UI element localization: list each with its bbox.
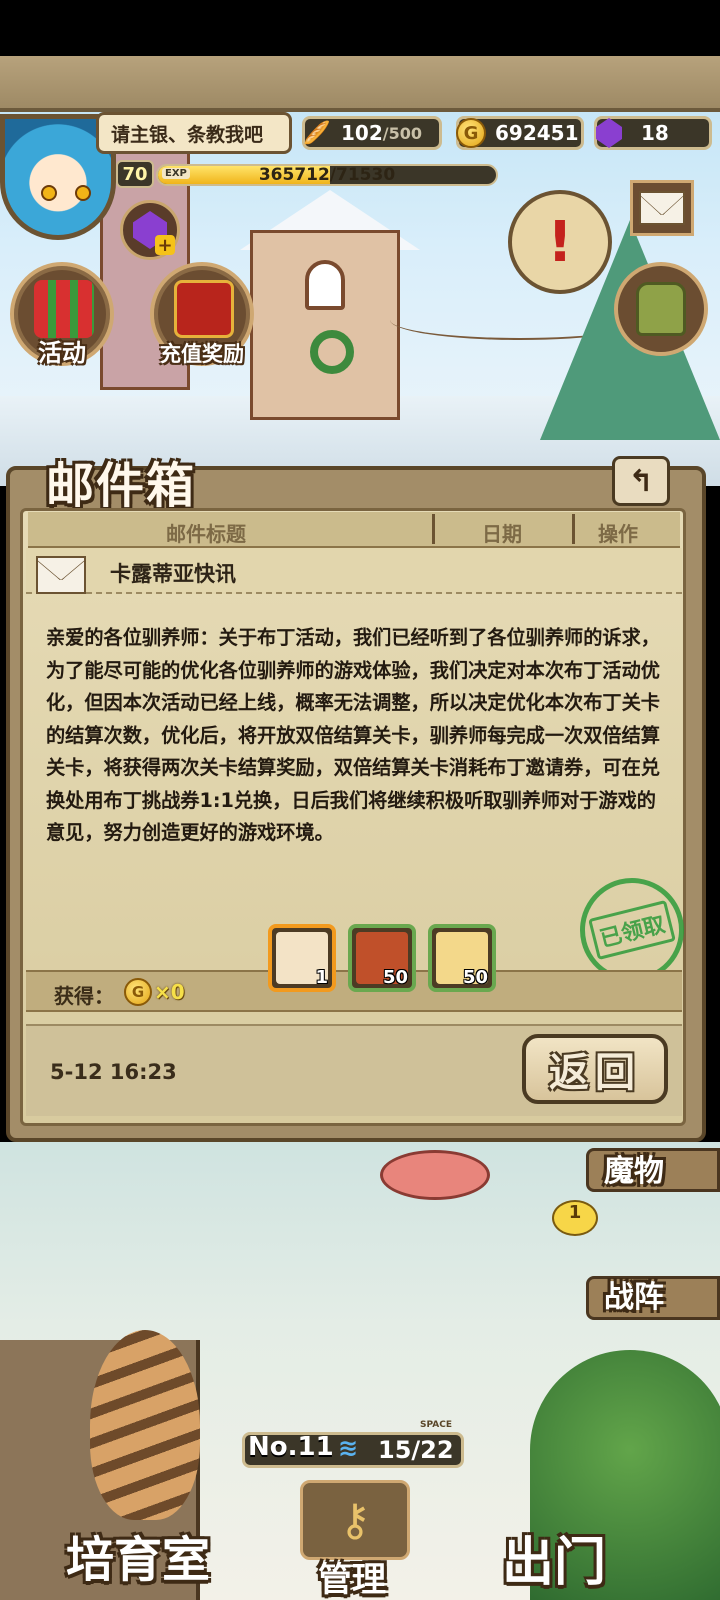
- bread-value: 102: [341, 121, 383, 145]
- monster-button[interactable]: 魔物: [604, 1146, 664, 1190]
- column-divider: [432, 514, 435, 544]
- column-divider: [572, 514, 575, 544]
- reward-item-qty: 50: [382, 967, 408, 988]
- back-arrow-button[interactable]: ↰: [612, 456, 670, 506]
- exclamation-icon: !: [547, 209, 573, 275]
- mail-button[interactable]: [630, 180, 694, 236]
- gem-value: 18: [641, 121, 669, 145]
- treasure-chest-icon: [174, 280, 234, 338]
- pink-monster[interactable]: [380, 1150, 490, 1200]
- reward-item-2[interactable]: 50: [348, 924, 416, 992]
- space-label: SPACE: [420, 1420, 452, 1430]
- return-button[interactable]: 返回: [522, 1034, 668, 1104]
- envelope-icon: [639, 191, 685, 225]
- reward-label: 获得：: [54, 984, 114, 1008]
- column-action: 操作: [598, 522, 638, 546]
- exp-text: 365712/71530: [258, 165, 396, 185]
- message-body: 亲爱的各位驯养师：关于布丁活动，我们已经听到了各位驯养师的诉求，为了能尽可能的优…: [46, 626, 660, 844]
- backpack-icon: [636, 282, 686, 336]
- gem-icon: [591, 115, 627, 151]
- nursery-button[interactable]: 培育室: [66, 1520, 210, 1590]
- bread-max: /500: [382, 123, 422, 143]
- house-center: [250, 230, 400, 420]
- recharge-reward-button[interactable]: 充值奖励: [150, 262, 254, 366]
- gold-counter[interactable]: G 692451: [456, 116, 584, 150]
- gold-coin-icon: G: [453, 115, 489, 151]
- player-level: 70: [116, 160, 154, 188]
- reward-item-3[interactable]: 50: [428, 924, 496, 992]
- top-frame: [0, 56, 720, 112]
- manage-button[interactable]: 管理: [318, 1552, 386, 1600]
- mail-date: 5-12 16:23: [50, 1060, 177, 1084]
- quest-scroll-button[interactable]: !: [508, 190, 612, 294]
- mailbox-title: 邮件箱: [46, 458, 197, 514]
- mail-column-header: 邮件标题 日期 操作: [28, 512, 680, 548]
- status-bar: [0, 0, 720, 56]
- reward-coin-qty: ×0: [154, 980, 185, 1004]
- gold-value: 692451: [495, 121, 579, 145]
- gift-box-icon: [34, 280, 94, 338]
- capacity-value: 15/22: [378, 1436, 454, 1464]
- envelope-icon: [36, 556, 86, 594]
- backpack-button[interactable]: [614, 262, 708, 356]
- column-title: 邮件标题: [166, 522, 246, 546]
- gold-coin-icon: G: [124, 978, 152, 1006]
- pen-number: No.11: [248, 1432, 334, 1462]
- reward-item-1[interactable]: 1: [268, 924, 336, 992]
- level-badge: 1: [552, 1200, 598, 1236]
- reward-item-qty: 50: [462, 967, 488, 988]
- recharge-label: 充值奖励: [160, 342, 244, 366]
- message-subject: 卡露蒂亚快讯: [110, 562, 236, 586]
- avatar-eye: [41, 185, 57, 201]
- space-icon: ≋: [338, 1434, 359, 1462]
- player-greeting[interactable]: 请主银、条教我吧: [96, 112, 292, 154]
- exit-button[interactable]: 出门: [502, 1520, 606, 1595]
- event-button[interactable]: 活动: [10, 262, 114, 367]
- christmas-wreath: [310, 330, 354, 374]
- exp-bar: EXP 365712/71530: [156, 164, 498, 186]
- column-date: 日期: [482, 522, 522, 546]
- reward-item-qty: 1: [315, 967, 328, 988]
- fox-tail: [90, 1330, 200, 1520]
- formation-button[interactable]: 战阵: [604, 1272, 664, 1316]
- gem-counter[interactable]: 18: [594, 116, 712, 150]
- avatar-eye: [75, 185, 91, 201]
- house-window: [305, 260, 345, 310]
- claimed-stamp-text: 已领取: [588, 899, 676, 961]
- buy-gem-button[interactable]: +: [120, 200, 180, 260]
- bread-icon: 🥖: [303, 120, 331, 146]
- plus-icon: +: [155, 235, 175, 256]
- bread-counter[interactable]: 🥖 102/500: [302, 116, 442, 150]
- event-label: 活动: [38, 339, 86, 367]
- keys-icon: ⚷: [300, 1480, 410, 1560]
